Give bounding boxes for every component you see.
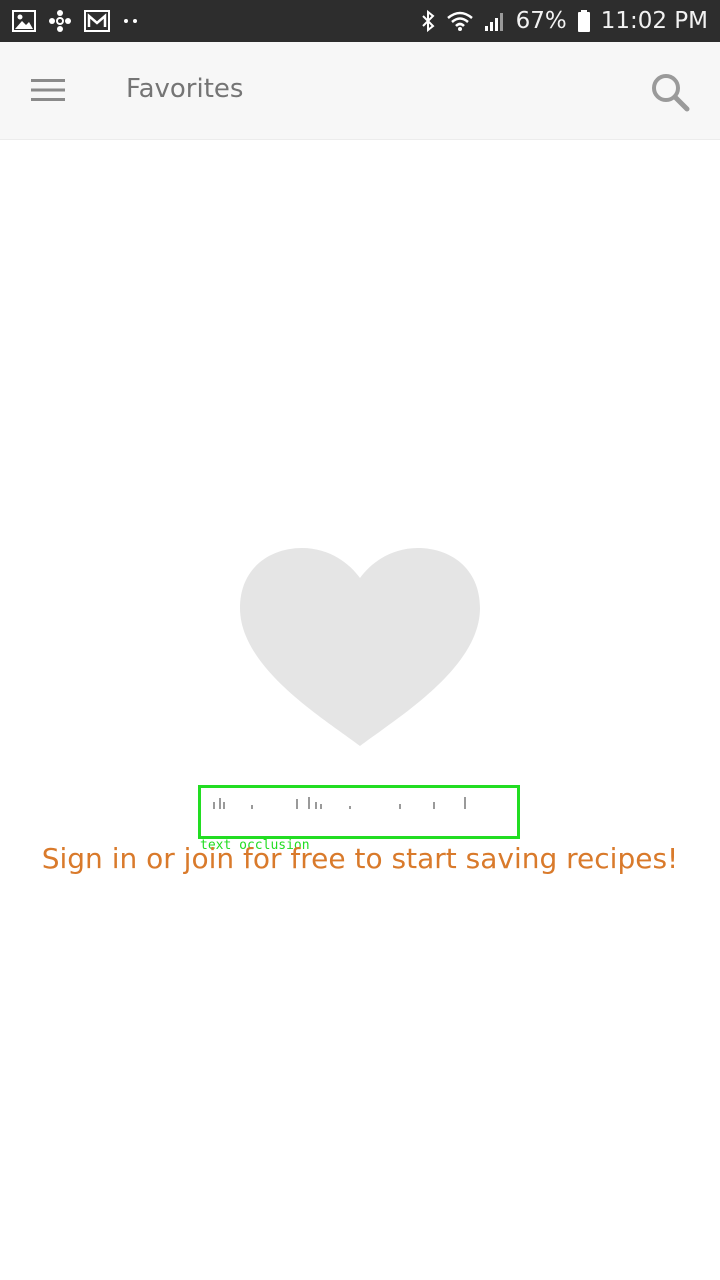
occluded-message: [198, 785, 520, 839]
search-button[interactable]: [642, 66, 698, 122]
search-icon: [650, 72, 690, 117]
clock: 11:02 PM: [600, 8, 708, 34]
heart-icon: [238, 546, 482, 746]
occluded-text-fragments: [213, 797, 466, 809]
wifi-icon: [446, 10, 474, 32]
app-bar: Favorites: [0, 42, 720, 140]
sign-in-link[interactable]: Sign in or join for free to start saving…: [0, 842, 720, 875]
battery-percent: 67%: [515, 8, 567, 34]
status-bar: 67% 11:02 PM: [0, 0, 720, 42]
signal-icon: [484, 10, 506, 32]
image-icon: [12, 10, 36, 32]
system-icons: 67% 11:02 PM: [420, 8, 708, 34]
battery-icon: [577, 9, 591, 33]
notification-icons: [12, 9, 140, 33]
bluetooth-icon: [420, 9, 436, 33]
fan-icon: [48, 9, 72, 33]
page-title: Favorites: [126, 74, 244, 104]
menu-button[interactable]: [22, 66, 74, 118]
gmail-icon: [84, 10, 110, 32]
hamburger-menu-icon: [31, 78, 65, 107]
more-dots-icon: [122, 17, 140, 25]
